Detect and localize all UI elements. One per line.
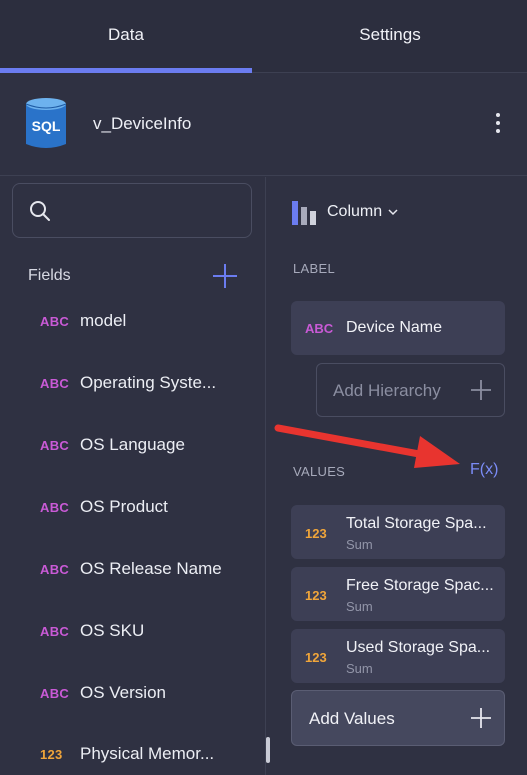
plus-icon [471,380,491,400]
value-aggregation: Sum [346,537,373,552]
add-values-label: Add Values [309,709,395,728]
search-input[interactable] [12,183,252,238]
value-field-name: Free Storage Spac... [346,577,494,594]
fields-heading: Fields [28,267,71,284]
field-type-badge: ABC [40,499,70,515]
field-type-badge: ABC [40,313,70,329]
active-tab-indicator [0,68,252,73]
sql-database-icon: SQL [25,98,67,148]
label-field-name: Device Name [346,319,443,336]
field-item[interactable]: ABC model [0,299,262,343]
chart-type-label: Column [327,203,383,220]
chart-type-dropdown[interactable]: Column [291,199,398,225]
label-field-pill[interactable]: ABC Device Name [291,301,505,355]
chart-config-panel: Column LABEL ABC Device Name Add Hierarc… [267,177,527,775]
search-icon [30,201,50,221]
field-item[interactable]: ABC OS Release Name [0,547,262,591]
field-label: Operating Syste... [80,373,217,392]
value-field-name: Total Storage Spa... [346,515,487,532]
add-values-button[interactable]: Add Values [291,690,505,746]
field-item[interactable]: ABC OS Product [0,485,262,529]
field-item[interactable]: ABC Operating Syste... [0,361,262,405]
fx-formula-button[interactable]: F(x) [470,461,498,479]
more-options-icon[interactable] [488,110,508,136]
field-label: OS SKU [80,621,145,640]
value-field-pill[interactable]: 123 Free Storage Spac... Sum [291,567,505,621]
field-type-badge: ABC [40,561,70,577]
field-item[interactable]: ABC OS SKU [0,609,262,653]
field-type-badge: 123 [305,588,327,603]
data-source-header: SQL v_DeviceInfo [0,74,527,176]
add-hierarchy-label: Add Hierarchy [333,381,441,400]
field-type-badge: ABC [40,685,70,701]
plus-icon [471,708,491,728]
add-field-icon[interactable] [212,263,238,289]
chevron-down-icon [388,209,398,216]
field-item[interactable]: ABC OS Version [0,671,262,715]
value-field-pill[interactable]: 123 Used Storage Spa... Sum [291,629,505,683]
tab-bar: Data Settings [0,0,527,73]
add-hierarchy-button[interactable]: Add Hierarchy [316,363,505,417]
field-type-badge: ABC [40,437,70,453]
field-type-badge: ABC [40,375,70,391]
field-type-badge: ABC [40,623,70,639]
field-label: model [80,311,127,330]
field-label: OS Product [80,497,168,516]
column-chart-icon [292,201,316,225]
value-field-name: Used Storage Spa... [346,639,491,656]
field-item[interactable]: 123 Physical Memor... [0,732,262,775]
fields-panel: Fields ABC model ABC Operating Syste... … [0,177,266,775]
label-section-title: LABEL [293,261,335,276]
value-field-pill[interactable]: 123 Total Storage Spa... Sum [291,505,505,559]
data-source-name: v_DeviceInfo [93,114,192,133]
tab-data[interactable]: Data [0,0,252,73]
field-type-badge: 123 [40,746,63,762]
annotation-arrow-icon [274,424,460,468]
field-label: OS Release Name [80,559,222,578]
field-type-badge: 123 [305,650,327,665]
field-label: OS Version [80,683,166,702]
field-type-badge: ABC [305,321,334,336]
field-type-badge: 123 [305,526,327,541]
value-aggregation: Sum [346,599,373,614]
sql-icon-label: SQL [32,118,61,134]
value-aggregation: Sum [346,661,373,676]
field-label: Physical Memor... [80,744,215,763]
field-label: OS Language [80,435,185,454]
tab-settings[interactable]: Settings [264,0,516,73]
field-item[interactable]: ABC OS Language [0,423,262,467]
